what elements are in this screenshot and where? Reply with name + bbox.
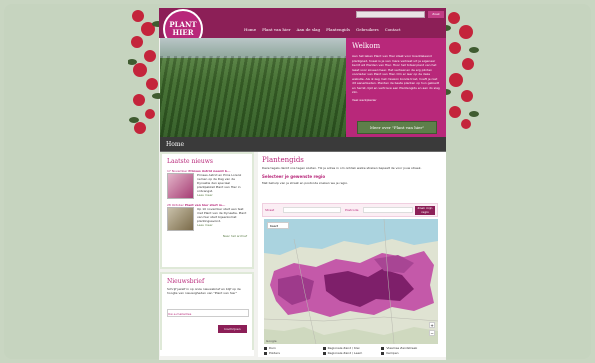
- street-input[interactable]: [283, 207, 341, 213]
- welcome-panel: Welkom Aan het leben Plant van Hier staa…: [346, 38, 446, 137]
- checkbox-icon[interactable]: [381, 351, 385, 355]
- legend-item[interactable]: Polders: [264, 351, 323, 355]
- legend-item[interactable]: Kempen: [381, 351, 440, 355]
- region-filter: Straat Postcode Zoek mijn regio: [262, 203, 438, 217]
- left-column: Laatste nieuws 17 November Prinses Astri…: [160, 152, 254, 352]
- zoom-in-button[interactable]: +: [429, 322, 435, 328]
- news-title: Laatste nieuws: [167, 158, 213, 165]
- legend-item[interactable]: Duin: [264, 346, 323, 350]
- news-item[interactable]: 28 Oktober Plant van hier start m... Op …: [167, 203, 247, 231]
- news-archive-link[interactable]: Naar het archief: [167, 234, 247, 238]
- welcome-title: Welkom: [352, 42, 381, 50]
- search-button[interactable]: Zoek: [428, 11, 444, 18]
- breadcrumb-bar: Home: [160, 137, 446, 152]
- map-type-select[interactable]: Kaart: [267, 222, 289, 229]
- zoom-out-button[interactable]: −: [429, 330, 435, 336]
- news-thumbnail[interactable]: [167, 207, 194, 231]
- postcode-label: Postcode: [345, 208, 359, 212]
- find-region-button[interactable]: Zoek mijn regio: [415, 206, 435, 215]
- logo-text: PLANT HIER: [169, 20, 197, 37]
- map-canvas[interactable]: [264, 219, 438, 344]
- legend-item[interactable]: Regionale Zand / Klei: [322, 346, 382, 350]
- region-subheading: Selecteer je gewenste regio: [262, 174, 326, 179]
- legend-item[interactable]: Vlaamse Zandstreek: [381, 346, 440, 350]
- map-credit: Google: [266, 339, 277, 343]
- postcode-input[interactable]: [363, 207, 413, 213]
- news-box: Laatste nieuws 17 November Prinses Astri…: [160, 152, 254, 269]
- subscribe-button[interactable]: Inschrijven: [218, 325, 247, 333]
- email-label: Uw e-mailadres: [168, 312, 192, 316]
- breadcrumb-home[interactable]: Home: [166, 141, 184, 148]
- nav-item-aan-de-slag[interactable]: Aan de slag: [297, 27, 321, 32]
- welcome-body: Aan het leben Plant van Hier staat voor …: [352, 54, 440, 94]
- newsletter-title: Nieuwsbrief: [167, 278, 205, 285]
- nav-item-gebruikers[interactable]: Gebruikers: [356, 27, 379, 32]
- legend-item[interactable]: Regionale Zand / Leem: [322, 351, 382, 355]
- checkbox-icon[interactable]: [322, 346, 326, 350]
- plantengids-intro: Deze tegels dankt ons tegen sluiten. Tik…: [262, 166, 422, 170]
- checkbox-icon[interactable]: [264, 346, 267, 350]
- checkbox-icon[interactable]: [322, 351, 326, 355]
- street-label: Straat: [265, 208, 275, 212]
- news-thumbnail[interactable]: [167, 173, 194, 199]
- welcome-sign: Veel werkplezier: [352, 97, 377, 102]
- nav-item-home[interactable]: Home: [244, 27, 256, 32]
- checkbox-icon[interactable]: [381, 346, 385, 350]
- newsletter-box: Nieuwsbrief Schrijf jezelf in op onze ni…: [160, 272, 254, 352]
- news-body: Prinses Astrid en Prins Lorenz nemen op …: [197, 173, 242, 193]
- news-item[interactable]: 17 November Prinses Astrid neemt b... Pr…: [167, 169, 247, 199]
- hero-sky: [160, 38, 346, 58]
- more-about-button[interactable]: Meer over "Plant van hier": [357, 121, 437, 134]
- read-more-link[interactable]: Lees meer: [197, 193, 247, 197]
- newsletter-desc: Schrijf jezelf in op onze nieuwsbrief en…: [167, 287, 241, 295]
- read-more-link[interactable]: Lees meer: [197, 223, 247, 227]
- nav-item-contact[interactable]: Contact: [385, 27, 401, 32]
- nav-item-plantengids[interactable]: Plantengids: [326, 27, 350, 32]
- plantengids-title: Plantengids: [262, 156, 304, 164]
- map-legend: Duin Regionale Zand / Klei Vlaamse Zands…: [264, 346, 440, 355]
- main-nav: Home Plant van hier Aan de slag Planteng…: [244, 27, 401, 32]
- region-map[interactable]: Kaart + − Google: [264, 219, 438, 344]
- hero-field-rows: [160, 56, 346, 137]
- hero-image: [160, 38, 346, 137]
- checkbox-icon[interactable]: [264, 351, 267, 355]
- search-input[interactable]: [356, 11, 425, 18]
- berry-decoration-right: [441, 12, 479, 129]
- region-hint: Met behulp van je straat en postcode zoe…: [262, 181, 349, 185]
- sponsor-logos: [160, 350, 254, 356]
- news-body: Op 10 november start een test met Plant …: [197, 207, 247, 223]
- plantengids-panel: Plantengids Deze tegels dankt ons tegen …: [258, 152, 446, 357]
- nav-item-plant-van-hier[interactable]: Plant van hier: [262, 27, 290, 32]
